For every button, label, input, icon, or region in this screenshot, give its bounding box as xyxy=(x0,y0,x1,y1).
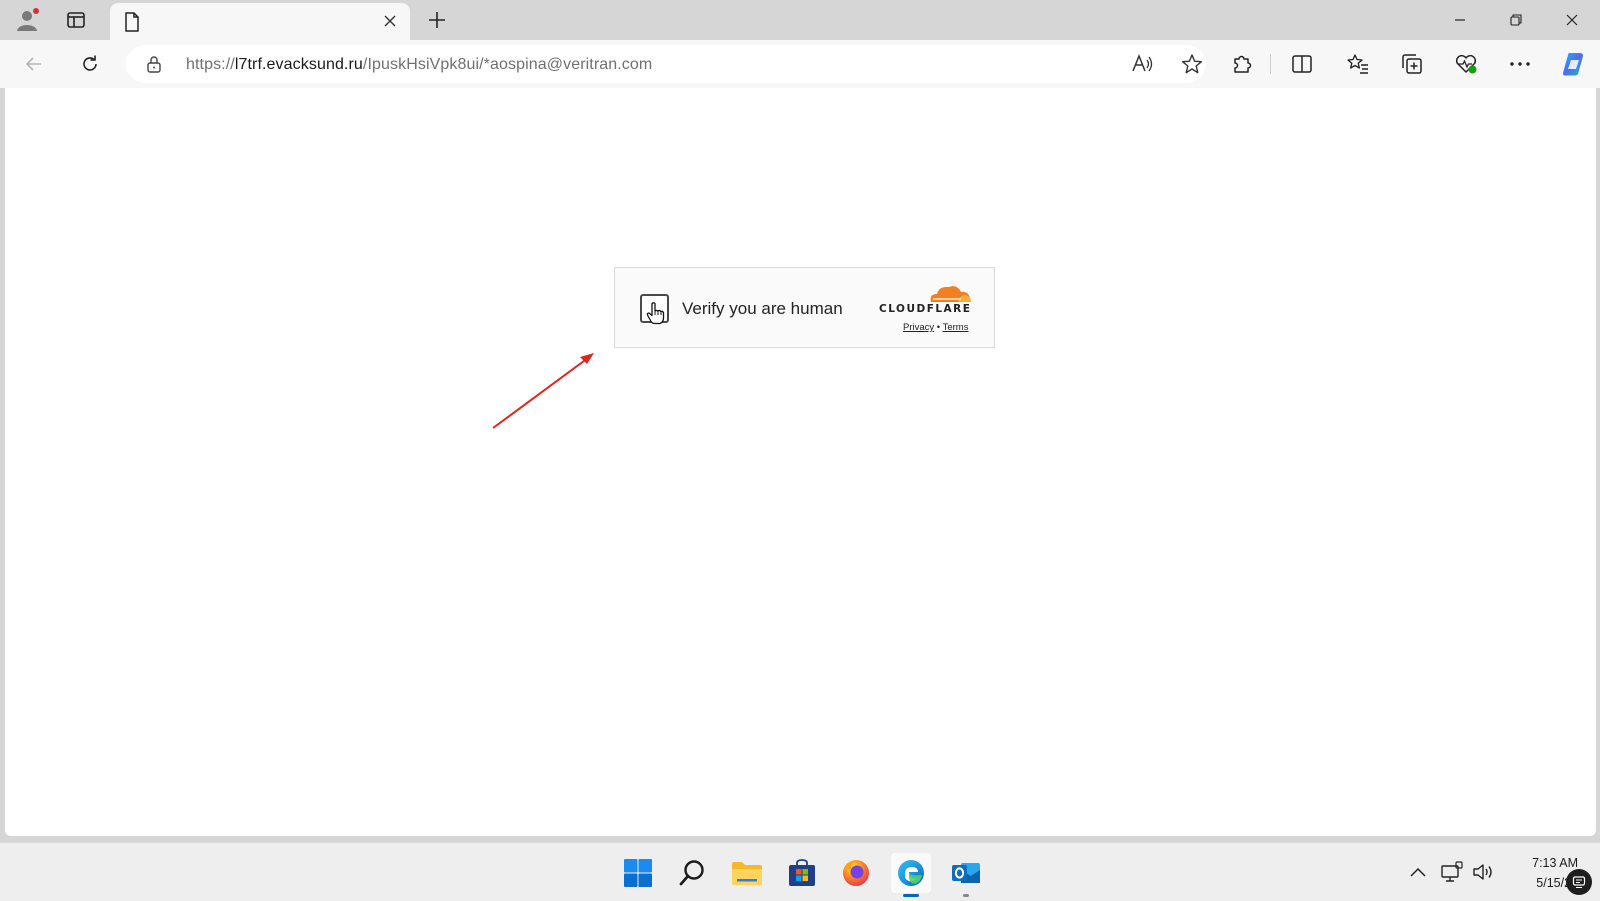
windows-start-icon xyxy=(624,859,652,887)
minimize-button[interactable] xyxy=(1432,0,1488,40)
active-app-indicator xyxy=(903,894,919,897)
minimize-icon xyxy=(1455,19,1465,21)
restore-button[interactable] xyxy=(1488,0,1544,40)
tab-strip xyxy=(0,0,1600,40)
favorites-button[interactable] xyxy=(1340,46,1376,82)
profile-icon xyxy=(17,8,39,31)
network-button[interactable] xyxy=(1437,857,1467,887)
hand-cursor-icon xyxy=(646,302,665,325)
captcha-checkbox[interactable] xyxy=(640,294,669,325)
heart-pulse-icon xyxy=(1455,54,1477,74)
speaker-icon xyxy=(1473,864,1492,880)
refresh-icon xyxy=(83,55,97,71)
running-app-indicator xyxy=(963,894,969,897)
vertical-tabs-icon xyxy=(67,12,85,28)
favorite-button[interactable] xyxy=(1176,49,1208,79)
lock-icon[interactable] xyxy=(146,55,162,73)
folder-icon xyxy=(732,862,762,885)
edge-button[interactable] xyxy=(891,853,931,897)
captcha-widget: Verify you are human CLOUDFLARE Privacy … xyxy=(614,267,995,348)
browser-essentials-button[interactable] xyxy=(1448,46,1484,82)
refresh-button[interactable] xyxy=(72,46,108,82)
settings-more-button[interactable] xyxy=(1502,46,1538,82)
start-button[interactable] xyxy=(618,853,658,893)
edge-icon xyxy=(898,860,924,886)
volume-button[interactable] xyxy=(1469,857,1499,887)
profile-button[interactable] xyxy=(4,0,52,40)
annotation-arrow xyxy=(492,353,594,429)
network-icon xyxy=(1441,861,1463,882)
cloudflare-logo: CLOUDFLARE xyxy=(879,282,983,316)
file-explorer-button[interactable] xyxy=(727,853,767,893)
collections-button[interactable] xyxy=(1394,46,1430,82)
tab-actions-button[interactable] xyxy=(52,0,100,40)
search-button[interactable] xyxy=(672,853,712,893)
close-window-button[interactable] xyxy=(1544,0,1600,40)
close-icon xyxy=(1566,14,1578,26)
close-icon xyxy=(384,15,396,27)
favorites-list-icon xyxy=(1347,54,1368,74)
url-scheme: https:// xyxy=(186,56,235,73)
notification-center-button[interactable] xyxy=(1566,869,1592,895)
split-screen-button[interactable] xyxy=(1284,46,1320,82)
browser-toolbar: https://l7trf.evacksund.ru/IpuskHsiVpk8u… xyxy=(0,40,1600,88)
cloudflare-brand-text: CLOUDFLARE xyxy=(879,303,972,315)
outlook-button[interactable] xyxy=(946,853,986,897)
copilot-button[interactable] xyxy=(1556,46,1592,82)
chevron-up-icon xyxy=(1410,867,1426,877)
restore-icon xyxy=(1510,14,1522,26)
tab-close-button[interactable] xyxy=(380,11,400,31)
show-hidden-icons-button[interactable] xyxy=(1403,857,1433,887)
more-icon xyxy=(1510,62,1530,66)
new-tab-button[interactable] xyxy=(422,6,452,34)
cloudflare-cloud-icon xyxy=(930,286,971,302)
toolbar-divider xyxy=(1270,54,1271,74)
page-icon xyxy=(125,12,139,32)
address-bar[interactable]: https://l7trf.evacksund.ru/IpuskHsiVpk8u… xyxy=(126,45,1206,83)
copilot-icon xyxy=(1563,53,1583,76)
privacy-link[interactable]: Privacy xyxy=(903,322,934,333)
captcha-label: Verify you are human xyxy=(682,299,843,318)
url-path: /IpuskHsiVpk8ui/*aospina@veritran.com xyxy=(362,56,653,73)
microsoft-store-button[interactable] xyxy=(782,853,822,893)
firefox-button[interactable] xyxy=(836,853,876,893)
puzzle-icon xyxy=(1234,55,1252,73)
split-screen-icon xyxy=(1292,55,1312,73)
clock-time: 7:13 AM xyxy=(1532,856,1578,870)
extensions-button[interactable] xyxy=(1224,46,1260,82)
read-aloud-icon xyxy=(1132,54,1153,72)
back-button[interactable] xyxy=(16,46,52,82)
firefox-icon xyxy=(843,860,869,886)
store-icon xyxy=(789,859,815,886)
outlook-icon xyxy=(952,863,980,883)
url-text[interactable]: https://l7trf.evacksund.ru/IpuskHsiVpk8u… xyxy=(186,56,652,74)
taskbar: 7:13 AM 5/15/20 xyxy=(0,842,1600,901)
active-tab[interactable] xyxy=(110,3,410,40)
search-icon xyxy=(679,860,704,886)
terms-link[interactable]: Terms xyxy=(943,322,969,333)
link-separator: • xyxy=(936,322,941,333)
back-arrow-icon xyxy=(25,57,41,71)
page-content: Verify you are human CLOUDFLARE Privacy … xyxy=(5,88,1596,901)
read-aloud-button[interactable] xyxy=(1126,49,1158,79)
notification-icon xyxy=(1572,876,1586,889)
plus-icon xyxy=(429,12,445,28)
collections-icon xyxy=(1402,54,1422,74)
url-host: l7trf.evacksund.ru xyxy=(234,56,363,73)
cloudflare-links: Privacy • Terms xyxy=(903,322,968,333)
star-icon xyxy=(1182,54,1202,74)
